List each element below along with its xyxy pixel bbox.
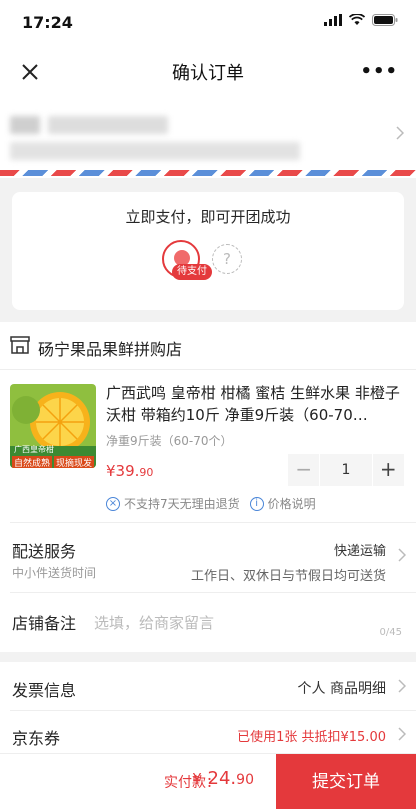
shop-section: 砀宁果品果鲜拼购店 广西皇帝柑 自然成熟 现摘现发 广西武鸣 皇帝柑 柑橘 蜜桔… xyxy=(0,322,416,652)
pay-amount: ¥ 24.90 xyxy=(192,768,254,789)
remark-input[interactable] xyxy=(94,612,394,634)
signal-icon xyxy=(324,14,342,26)
shop-header: 砀宁果品果鲜拼购店 xyxy=(0,322,416,370)
invoice-section: 发票信息 个人 商品明细 京东券 已使用1张 共抵扣¥15.00 xyxy=(0,662,416,758)
group-buy-message: 立即支付，即可开团成功 xyxy=(125,208,291,226)
pay-decimal: 90 xyxy=(236,772,254,788)
delivery-method: 快递运输 xyxy=(333,544,386,559)
product-price: ¥39.90 xyxy=(106,462,153,480)
chevron-right-icon xyxy=(398,727,406,741)
chevron-right-icon xyxy=(398,548,406,562)
product-sku: 净重9斤装（60-70个） xyxy=(106,434,233,448)
invoice-row[interactable]: 发票信息 个人 商品明细 xyxy=(0,662,416,710)
status-time: 17:24 xyxy=(22,13,73,32)
bottom-bar: 实付款： ¥ 24.90 提交订单 xyxy=(0,753,416,809)
invoice-value: 个人 商品明细 xyxy=(297,681,386,697)
no-return-text: 不支持7天无理由退货 xyxy=(124,497,240,511)
coupon-row[interactable]: 京东券 已使用1张 共抵扣¥15.00 xyxy=(0,710,416,758)
await-payment-badge: 待支付 xyxy=(172,264,212,280)
price-main: ¥39. xyxy=(106,462,140,480)
invoice-label: 发票信息 xyxy=(12,681,77,700)
more-icon[interactable]: ••• xyxy=(360,61,398,82)
shop-name[interactable]: 砀宁果品果鲜拼购店 xyxy=(38,336,182,360)
info-icon[interactable]: i xyxy=(249,496,264,511)
status-icons xyxy=(324,14,398,26)
product-image-label: 广西皇帝柑 xyxy=(14,445,54,454)
nav-bar: 确认订单 ••• xyxy=(0,44,416,98)
coupon-label: 京东券 xyxy=(12,729,61,748)
status-bar: 17:24 xyxy=(0,0,416,44)
address-phone-blur xyxy=(48,116,168,134)
submit-order-button[interactable]: 提交订单 xyxy=(276,754,416,809)
page-title: 确认订单 xyxy=(172,63,244,84)
pay-currency: ¥ xyxy=(192,770,202,788)
product-title[interactable]: 广西武鸣 皇帝柑 柑橘 蜜桔 生鲜水果 非橙子沃柑 带箱约10斤 净重9斤装（6… xyxy=(106,382,400,426)
delivery-row[interactable]: 配送服务 中小件送货时间 快递运输 工作日、双休日与节假日均可送货 xyxy=(0,522,416,586)
group-buy-card: 立即支付，即可开团成功 待支付 ? xyxy=(12,192,404,310)
battery-icon xyxy=(372,14,398,26)
product-image-tag-1: 自然成熟 xyxy=(12,456,53,468)
empty-slot-icon: ? xyxy=(212,244,242,274)
quantity-stepper: − 1 + xyxy=(288,454,405,486)
chevron-right-icon xyxy=(396,126,404,140)
return-policy-row: × 不支持7天无理由退货 i 价格说明 xyxy=(106,495,316,512)
coupon-value: 已使用1张 共抵扣¥15.00 xyxy=(237,730,386,745)
address-card[interactable] xyxy=(0,98,416,178)
wifi-icon xyxy=(349,14,365,25)
product-image[interactable]: 广西皇帝柑 自然成熟 现摘现发 xyxy=(10,384,96,468)
divider xyxy=(10,592,416,593)
store-icon xyxy=(10,336,30,354)
increase-button[interactable]: + xyxy=(372,454,405,486)
delivery-sub: 中小件送货时间 xyxy=(12,566,97,580)
price-decimal: 90 xyxy=(139,466,154,479)
no-return-icon: × xyxy=(106,496,120,511)
airmail-border xyxy=(0,170,416,176)
chevron-right-icon xyxy=(398,679,406,693)
delivery-time: 工作日、双休日与节假日均可送货 xyxy=(190,569,386,584)
delivery-label: 配送服务 xyxy=(12,542,77,561)
product-image-tag-2: 现摘现发 xyxy=(54,456,95,468)
quantity-value[interactable]: 1 xyxy=(320,454,372,486)
price-note-link[interactable]: 价格说明 xyxy=(268,495,316,512)
address-detail-blur xyxy=(10,142,300,160)
decrease-button[interactable]: − xyxy=(288,454,320,486)
remark-label: 店铺备注 xyxy=(12,614,77,633)
address-name-blur xyxy=(10,116,40,134)
pay-main: 24. xyxy=(207,768,237,789)
remark-count: 0/45 xyxy=(379,627,402,638)
